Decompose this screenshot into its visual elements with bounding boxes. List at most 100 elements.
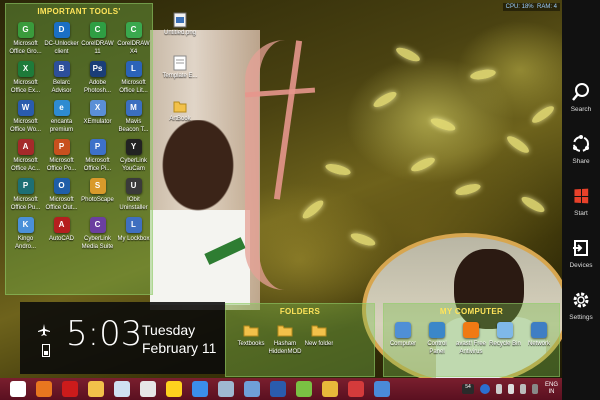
charm-share[interactable]: Share	[562, 134, 600, 165]
windows-start-icon	[571, 186, 591, 206]
word-icon[interactable]	[270, 381, 286, 397]
office-access-icon: A	[17, 139, 34, 155]
office-excel-icon: X	[17, 61, 34, 77]
tools-app-item[interactable]: S PhotoScape	[80, 178, 115, 217]
tools-app-item[interactable]: X XEmulator	[80, 100, 115, 139]
tools-app-item[interactable]: P Microsoft Office Pi...	[80, 139, 115, 178]
tools-app-item[interactable]: P Microsoft Office Pu...	[8, 178, 43, 217]
desktop-icon-artbook[interactable]: ArtBook	[160, 98, 200, 122]
tools-app-item[interactable]: U IObit Uninstaller	[116, 178, 151, 217]
charm-devices[interactable]: Devices	[562, 238, 600, 269]
tools-app-item[interactable]: M Mavis Beacon T...	[116, 100, 151, 139]
pen-icon[interactable]	[244, 381, 260, 397]
photoshop-icon[interactable]	[322, 381, 338, 397]
battery-tray-icon[interactable]	[531, 384, 538, 394]
tools-app-item[interactable]: L Microsoft Office Lit...	[116, 61, 151, 100]
tools-app-item[interactable]: G Microsoft Office Gro...	[8, 22, 43, 61]
tools-app-item[interactable]: e encanta premium	[44, 100, 79, 139]
tray-badge-icon[interactable]: 54	[461, 384, 474, 394]
document-icon[interactable]	[114, 381, 130, 397]
wallpaper-grass-blade	[349, 230, 377, 249]
tools-app-item[interactable]: D DC-Unlocker client	[44, 22, 79, 61]
app-label: CyberLink Media Suite	[81, 236, 114, 250]
volume-icon[interactable]	[507, 384, 514, 394]
office-lite-icon: L	[125, 61, 142, 77]
folder-label: New folder	[304, 341, 334, 347]
tools-app-item[interactable]: A Microsoft Office Ac...	[8, 139, 43, 178]
tools-app-item[interactable]: L My Lockbox	[116, 217, 151, 256]
xemulator-icon: X	[89, 100, 106, 116]
start-icon[interactable]	[10, 381, 26, 397]
tools-app-item[interactable]: C CorelDRAW 11	[80, 22, 115, 61]
my-computer-item[interactable]: avast! Free Antivirus	[454, 322, 488, 356]
item-label: Recycle Bin	[489, 341, 521, 347]
wallpaper-grass-blade	[519, 194, 547, 215]
system-tray: 54 ENG IN	[459, 378, 562, 400]
wallpaper-grass-blade	[454, 181, 482, 198]
my-computer-row: Computer Control Panel avast! Free Antivir…	[386, 322, 556, 356]
folders-fence: FOLDERS Textbooks Hasham HiddenMOD New f…	[225, 303, 375, 377]
folders-row: Textbooks Hasham HiddenMOD New folder	[234, 322, 336, 356]
iobit-uninstaller-icon: U	[125, 178, 142, 194]
charm-settings[interactable]: Settings	[562, 290, 600, 321]
my-computer-fence: MY COMPUTER Computer Control Panel avast! …	[383, 303, 560, 377]
tool-icon[interactable]	[218, 381, 234, 397]
chrome-icon[interactable]	[192, 381, 208, 397]
tools-app-item[interactable]: A AutoCAD	[44, 217, 79, 256]
charm-start[interactable]: Start	[562, 186, 600, 217]
fence-title: FOLDERS	[279, 307, 321, 316]
browser-icon[interactable]	[374, 381, 390, 397]
wallpaper-grass-blade	[469, 67, 497, 82]
media-icon[interactable]	[166, 381, 182, 397]
folder-textbooks[interactable]: Textbooks	[234, 322, 268, 356]
help-icon[interactable]	[479, 384, 490, 394]
app-label: Microsoft Office Wo...	[9, 119, 42, 133]
tools-app-item[interactable]: C CorelDRAW X4	[116, 22, 151, 61]
folder-new-folder[interactable]: New folder	[302, 322, 336, 356]
my-computer-item[interactable]: Computer	[386, 322, 420, 356]
control-panel-icon	[429, 322, 445, 338]
folder-label: Hasham HiddenMOD	[268, 341, 302, 355]
tools-app-item[interactable]: P Microsoft Office Po...	[44, 139, 79, 178]
app-label: AutoCAD	[48, 236, 74, 242]
app-label: Microsoft Office Ex...	[10, 80, 41, 94]
my-computer-item[interactable]: Control Panel	[420, 322, 454, 356]
lock-clock-overlay: 5:03 Tuesday February 11	[20, 302, 225, 374]
opera-icon[interactable]	[62, 381, 78, 397]
folder-hasham-hiddenmod[interactable]: Hasham HiddenMOD	[268, 322, 302, 356]
battery-icon	[42, 344, 50, 357]
network-tray-icon[interactable]	[519, 384, 526, 394]
tools-app-item[interactable]: O Microsoft Office Out...	[44, 178, 79, 217]
encarta-icon: e	[53, 100, 70, 116]
tray-flag-icon[interactable]	[495, 384, 502, 394]
tools-app-item[interactable]: X Microsoft Office Ex...	[8, 61, 43, 100]
taskbar: 54 ENG IN	[0, 378, 562, 400]
desktop-icon-template[interactable]: Template E...	[160, 55, 200, 79]
my-computer-item[interactable]: Network	[522, 322, 556, 356]
file-explorer-icon[interactable]	[88, 381, 104, 397]
tools-app-item[interactable]: Y CyberLink YouCam	[116, 139, 151, 178]
app-label: CorelDRAW X4	[117, 41, 150, 55]
firefox-icon[interactable]	[36, 381, 52, 397]
recycle-bin-icon	[497, 322, 513, 338]
desktop-icon-label: Untitled.png	[163, 30, 197, 36]
avast-icon	[463, 322, 479, 338]
app-label: IObit Uninstaller	[119, 197, 148, 211]
computer-icon	[395, 322, 411, 338]
tools-app-item[interactable]: Ps Adobe Photosh...	[80, 61, 115, 100]
text-file-icon[interactable]	[140, 381, 156, 397]
camera-icon[interactable]	[348, 381, 364, 397]
tools-app-item[interactable]: B Belarc Advisor	[44, 61, 79, 100]
charm-label: Share	[572, 158, 590, 165]
language-indicator[interactable]: ENG IN	[545, 382, 558, 396]
tools-app-item[interactable]: C CyberLink Media Suite	[80, 217, 115, 256]
tools-app-item[interactable]: K Kingo Andro...	[8, 217, 43, 256]
desktop-icon-untitled-png[interactable]: Untitled.png	[160, 12, 200, 36]
fence-title: MY COMPUTER	[439, 307, 504, 316]
my-computer-item[interactable]: Recycle Bin	[488, 322, 522, 356]
tools-app-item[interactable]: W Microsoft Office Wo...	[8, 100, 43, 139]
office-powerpoint-icon: P	[53, 139, 70, 155]
charm-search[interactable]: Search	[562, 82, 600, 113]
app-icon[interactable]	[296, 381, 312, 397]
item-label: Computer	[389, 341, 417, 347]
